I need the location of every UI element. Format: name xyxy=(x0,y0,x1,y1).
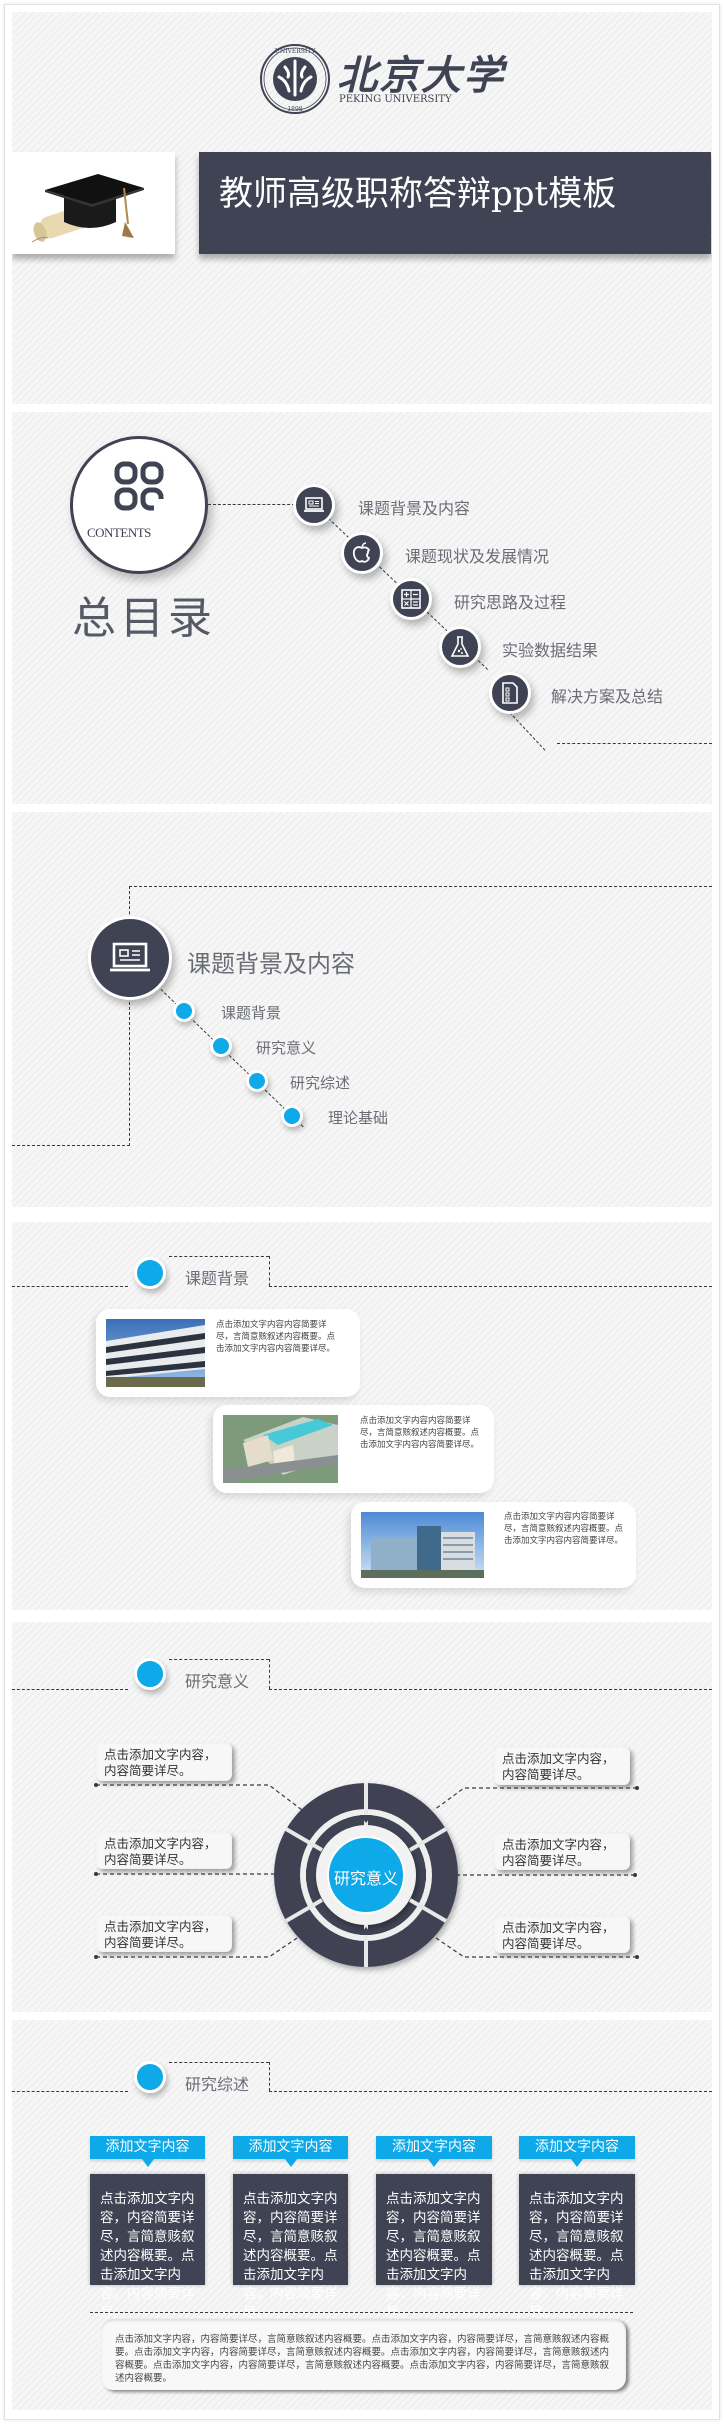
toc-end-line xyxy=(557,743,712,744)
subitem-dot[interactable] xyxy=(281,1105,303,1127)
summary-divider xyxy=(90,2312,633,2313)
column-title[interactable]: 添加文字内容 xyxy=(519,2136,635,2167)
checklist-document-icon xyxy=(502,682,518,704)
header-bracket-top xyxy=(169,2062,269,2063)
university-name-cn: 北京大学 xyxy=(337,52,505,99)
header-bracket-side xyxy=(269,1256,270,1286)
card-text: 点击添加文字内容内容简要详尽，言简意赅叙述内容概要。点击添加文字内容内容简要详尽… xyxy=(504,1512,624,1546)
calculator-icon xyxy=(401,589,421,609)
toc-item-label[interactable]: 课题现状及发展情况 xyxy=(405,543,549,567)
summary-text-box[interactable]: 点击添加文字内容，内容简要详尽，言简意赅叙述内容概要。点击添加文字内容，内容简要… xyxy=(101,2319,626,2390)
ring-center-label: 研究意义 xyxy=(333,1869,398,1888)
svg-text:1898: 1898 xyxy=(287,106,302,113)
column-body: 点击添加文字内容，内容简要详尽，言简意赅叙述内容概要。点击添加文字内容，内容简要… xyxy=(90,2174,205,2321)
graduation-cap-image xyxy=(12,152,175,254)
university-seal-icon: UNIVERSITY 1898 xyxy=(260,44,330,114)
contents-label: CONTENTS xyxy=(87,525,151,540)
column-title[interactable]: 添加文字内容 xyxy=(376,2136,492,2167)
review-slide: 研究综述 添加文字内容 点击添加文字内容，内容简要详尽，言简意赅叙述内容概要。点… xyxy=(12,2020,712,2410)
section-heading: 课题背景 xyxy=(185,1269,250,1288)
presentation-title: 教师高级职称答辩ppt模板 xyxy=(219,174,617,214)
university-logo: UNIVERSITY 1898 北京大学 PEKING UNIVERSITY xyxy=(259,43,519,115)
header-line-right xyxy=(269,1286,712,1287)
toc-item-icon-circle[interactable] xyxy=(439,626,481,668)
modern-building-rendering xyxy=(361,1512,484,1578)
subitem-label[interactable]: 研究意义 xyxy=(256,1037,316,1058)
header-dot xyxy=(134,1257,166,1289)
header-line-right xyxy=(269,2091,712,2092)
subitem-dot[interactable] xyxy=(210,1035,232,1057)
card-text: 点击添加文字内容内容简要详尽，言简意赅叙述内容概要。点击添加文字内容内容简要详尽… xyxy=(360,1416,480,1450)
photo-card: 点击添加文字内容内容简要详尽，言简意赅叙述内容概要。点击添加文字内容内容简要详尽… xyxy=(351,1502,636,1588)
campus-aerial-rendering xyxy=(223,1415,338,1483)
apple-icon xyxy=(352,542,371,563)
column-body: 点击添加文字内容，内容简要详尽，言简意赅叙述内容概要。点击添加文字内容，内容简要… xyxy=(519,2174,635,2321)
office-building-photo xyxy=(106,1319,205,1387)
toc-connector xyxy=(509,712,546,751)
cover-slide: UNIVERSITY 1898 北京大学 PEKING UNIVERSITY 教… xyxy=(12,12,712,404)
toc-connector xyxy=(208,504,300,505)
section-heading: 研究综述 xyxy=(185,2075,250,2094)
subitem-label[interactable]: 研究综述 xyxy=(290,1072,350,1093)
subitem-label[interactable]: 理论基础 xyxy=(328,1107,388,1128)
photo-card: 点击添加文字内容内容简要详尽，言简意赅叙述内容概要。点击添加文字内容内容简要详尽… xyxy=(96,1309,360,1397)
subitem-label[interactable]: 课题背景 xyxy=(221,1002,281,1023)
background-slide: 课题背景 点击添加文字内容内容简要详尽，言简意赅叙述内容概要。点击添加文字内容内… xyxy=(12,1222,712,1610)
graduation-cap-icon xyxy=(31,174,144,243)
toc-item-icon-circle[interactable] xyxy=(489,672,531,714)
contents-badge: CONTENTS xyxy=(70,436,208,574)
title-banner: 教师高级职称答辩ppt模板 xyxy=(199,152,711,254)
subitem-dot[interactable] xyxy=(173,1000,195,1022)
toc-item-label[interactable]: 实验数据结果 xyxy=(502,637,598,661)
column-title[interactable]: 添加文字内容 xyxy=(233,2136,348,2167)
header-bracket-side xyxy=(269,2062,270,2091)
frame-bottom-line xyxy=(12,1145,130,1146)
chapter-slide: 课题背景及内容 课题背景 研究意义 研究综述 理论基础 xyxy=(12,812,712,1207)
frame-top-line xyxy=(129,886,712,887)
flask-icon xyxy=(450,636,470,657)
svg-text:UNIVERSITY: UNIVERSITY xyxy=(275,48,316,55)
chapter-title: 课题背景及内容 xyxy=(187,950,355,978)
laptop-icon xyxy=(110,942,150,972)
laptop-icon xyxy=(304,497,324,512)
card-text: 点击添加文字内容内容简要详尽，言简意赅叙述内容概要。点击添加文字内容内容简要详尽… xyxy=(216,1320,336,1354)
subitem-dot[interactable] xyxy=(246,1070,268,1092)
column-body: 点击添加文字内容，内容简要详尽，言简意赅叙述内容概要。点击添加文字内容，内容简要… xyxy=(233,2174,348,2321)
column-body: 点击添加文字内容，内容简要详尽，言简意赅叙述内容概要。点击添加文字内容，内容简要… xyxy=(376,2174,492,2321)
toc-item-icon-circle[interactable] xyxy=(341,532,383,574)
toc-item-label[interactable]: 研究思路及过程 xyxy=(454,589,566,613)
toc-heading: 总目录 xyxy=(72,593,216,644)
toc-item-icon-circle[interactable] xyxy=(293,484,335,526)
significance-slide: 研究意义 点击添加文字内容，内容简要详尽。 点击添加文字内容，内容简要详尽。 点… xyxy=(12,1622,712,2012)
header-bracket-top xyxy=(169,1256,269,1257)
toc-item-icon-circle[interactable] xyxy=(390,578,432,620)
toc-item-label[interactable]: 课题背景及内容 xyxy=(358,495,470,519)
header-dot xyxy=(134,2061,166,2093)
header-line-left xyxy=(12,2091,128,2092)
grid-menu-icon xyxy=(114,461,164,511)
toc-slide: CONTENTS 总目录 课题背景及内容 课题现状及发展情况 研究思路及过程 实… xyxy=(12,412,712,804)
toc-item-label[interactable]: 解决方案及总结 xyxy=(551,683,663,707)
photo-card: 点击添加文字内容内容简要详尽，言简意赅叙述内容概要。点击添加文字内容内容简要详尽… xyxy=(213,1405,494,1493)
header-line-left xyxy=(12,1286,128,1287)
column-title[interactable]: 添加文字内容 xyxy=(90,2136,205,2167)
chapter-icon-circle xyxy=(88,916,172,1000)
university-name-en: PEKING UNIVERSITY xyxy=(339,94,452,105)
